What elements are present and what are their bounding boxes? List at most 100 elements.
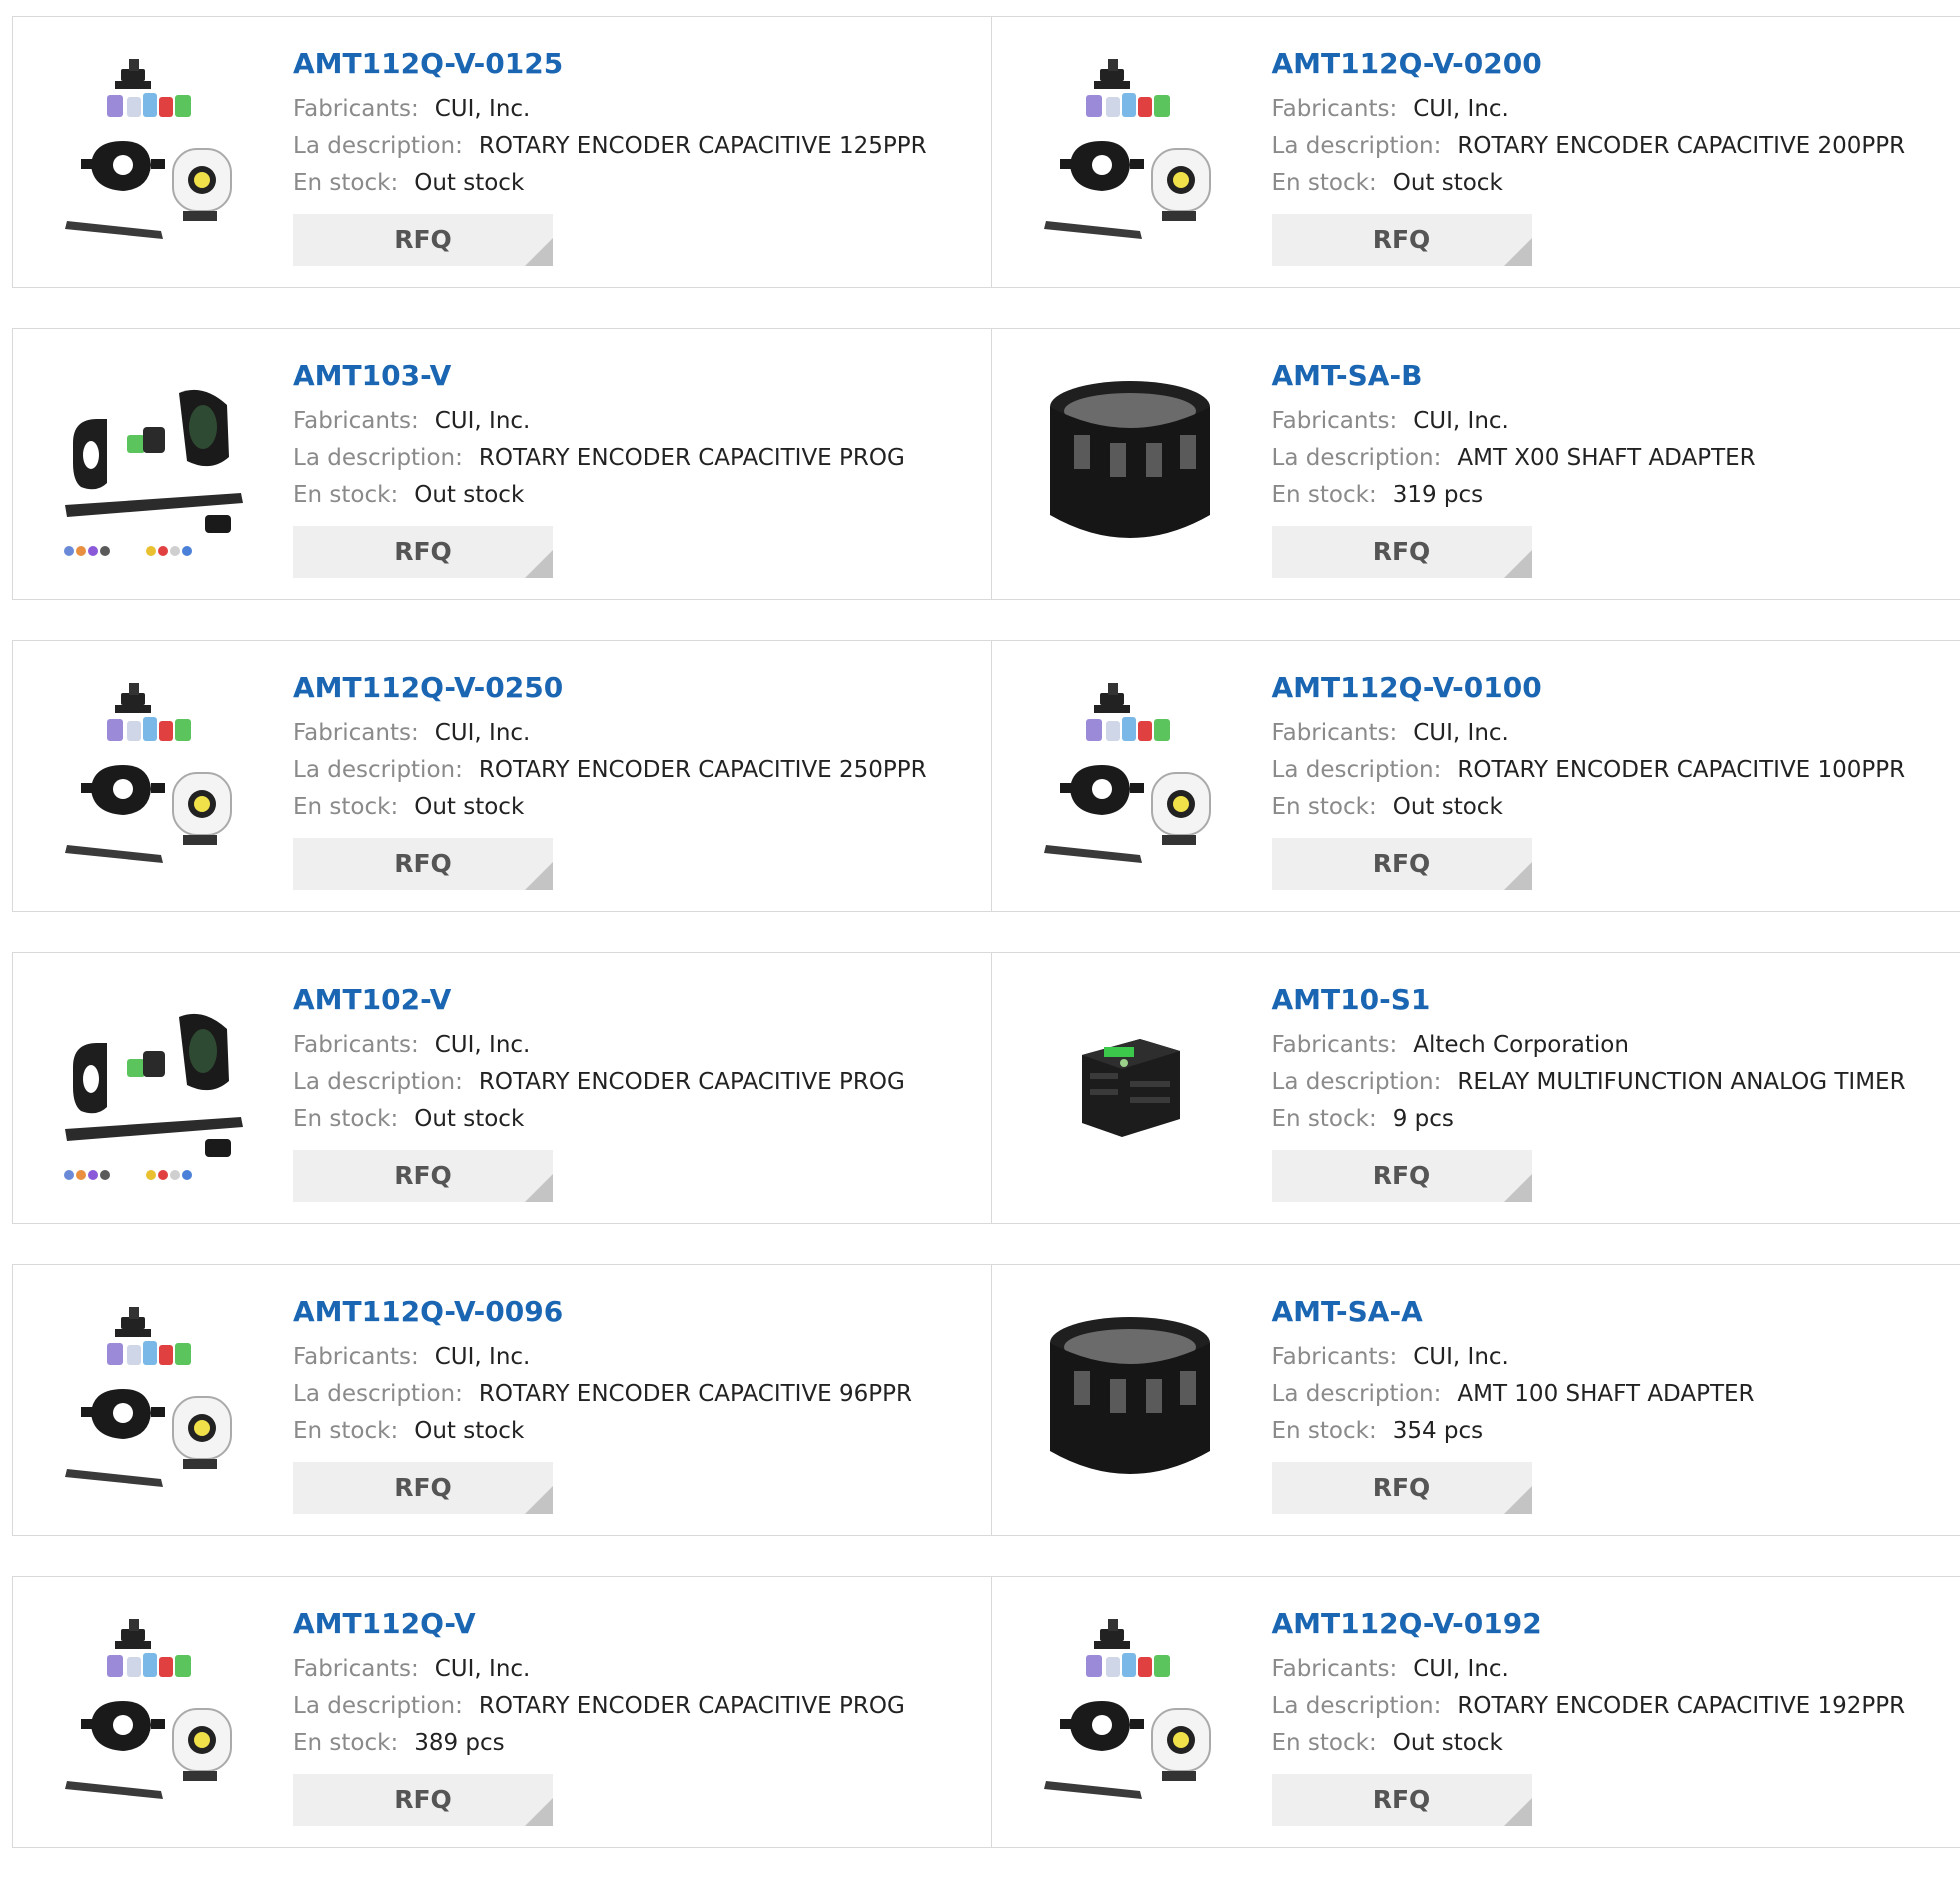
product-title-link[interactable]: AMT10-S1 bbox=[1272, 983, 1951, 1017]
rfq-button[interactable]: RFQ bbox=[293, 1150, 553, 1202]
stock-label: En stock: bbox=[293, 1730, 398, 1756]
product-row: AMT112Q-V-0096 Fabricants:CUI, Inc. La d… bbox=[12, 1264, 1960, 1536]
product-title-link[interactable]: AMT112Q-V-0096 bbox=[293, 1295, 981, 1329]
product-title-link[interactable]: AMT-SA-A bbox=[1272, 1295, 1951, 1329]
rfq-button-label: RFQ bbox=[394, 1161, 452, 1190]
product-card: AMT112Q-V-0250 Fabricants:CUI, Inc. La d… bbox=[13, 641, 991, 911]
description-label: La description: bbox=[293, 133, 463, 159]
product-card: AMT103-V Fabricants:CUI, Inc. La descrip… bbox=[13, 329, 991, 599]
product-title-link[interactable]: AMT103-V bbox=[293, 359, 981, 393]
corner-triangle-icon bbox=[1504, 1174, 1532, 1202]
product-row: AMT112Q-V-0125 Fabricants: CUI, Inc. La d… bbox=[12, 16, 1960, 288]
stock-value: Out stock bbox=[1393, 170, 1503, 196]
description-label: La description: bbox=[1272, 757, 1442, 783]
rfq-button[interactable]: RFQ bbox=[293, 1774, 553, 1826]
product-image[interactable] bbox=[1030, 677, 1230, 877]
corner-triangle-icon bbox=[525, 550, 553, 578]
encoder-kit-icon bbox=[51, 1301, 251, 1501]
product-row: AMT112Q-V-0250 Fabricants:CUI, Inc. La d… bbox=[12, 640, 1960, 912]
encoder-kit-icon bbox=[1030, 1613, 1230, 1813]
product-title-link[interactable]: AMT112Q-V-0192 bbox=[1272, 1607, 1951, 1641]
product-image[interactable] bbox=[51, 53, 251, 253]
product-info: AMT112Q-V-0200 Fabricants:CUI, Inc. La d… bbox=[1272, 47, 1951, 266]
product-info: AMT112Q-V-0096 Fabricants:CUI, Inc. La d… bbox=[293, 1295, 981, 1514]
product-title-link[interactable]: AMT-SA-B bbox=[1272, 359, 1951, 393]
rfq-button-label: RFQ bbox=[394, 1785, 452, 1814]
encoder-kit-icon bbox=[51, 677, 251, 877]
stock-value: Out stock bbox=[414, 482, 524, 508]
rfq-button[interactable]: RFQ bbox=[1272, 1462, 1532, 1514]
stock-row: En stock:Out stock bbox=[1272, 789, 1951, 826]
rfq-button[interactable]: RFQ bbox=[293, 1462, 553, 1514]
description-row: La description:ROTARY ENCODER CAPACITIVE… bbox=[293, 1688, 981, 1725]
product-image[interactable] bbox=[1030, 1301, 1230, 1501]
rfq-button[interactable]: RFQ bbox=[293, 838, 553, 890]
stock-value: 354 pcs bbox=[1393, 1418, 1483, 1444]
product-title-link[interactable]: AMT112Q-V-0125 bbox=[293, 47, 981, 81]
manufacturer-row: Fabricants: CUI, Inc. bbox=[293, 91, 981, 128]
stock-label: En stock: bbox=[1272, 1106, 1377, 1132]
description-row: La description:ROTARY ENCODER CAPACITIVE… bbox=[293, 752, 981, 789]
stock-label: En stock: bbox=[1272, 794, 1377, 820]
product-title-link[interactable]: AMT112Q-V bbox=[293, 1607, 981, 1641]
product-info: AMT112Q-V-0100 Fabricants:CUI, Inc. La d… bbox=[1272, 671, 1951, 890]
manufacturer-value: CUI, Inc. bbox=[435, 1656, 531, 1682]
product-info: AMT10-S1 Fabricants:Altech Corporation L… bbox=[1272, 983, 1951, 1202]
manufacturer-label: Fabricants: bbox=[1272, 720, 1398, 746]
description-value: AMT 100 SHAFT ADAPTER bbox=[1457, 1381, 1754, 1407]
manufacturer-row: Fabricants:CUI, Inc. bbox=[1272, 91, 1951, 128]
description-label: La description: bbox=[1272, 445, 1442, 471]
stock-label: En stock: bbox=[1272, 1418, 1377, 1444]
product-image[interactable] bbox=[1030, 989, 1230, 1189]
description-label: La description: bbox=[1272, 133, 1442, 159]
description-label: La description: bbox=[293, 757, 463, 783]
stock-row: En stock:Out stock bbox=[293, 165, 981, 202]
corner-triangle-icon bbox=[1504, 550, 1532, 578]
manufacturer-label: Fabricants: bbox=[1272, 1344, 1398, 1370]
product-title-link[interactable]: AMT112Q-V-0250 bbox=[293, 671, 981, 705]
product-title-link[interactable]: AMT102-V bbox=[293, 983, 981, 1017]
product-card: AMT112Q-V-0096 Fabricants:CUI, Inc. La d… bbox=[13, 1265, 991, 1535]
product-image[interactable] bbox=[51, 677, 251, 877]
stock-value: 389 pcs bbox=[414, 1730, 504, 1756]
description-value: ROTARY ENCODER CAPACITIVE PROG bbox=[479, 445, 905, 471]
stock-label: En stock: bbox=[293, 1106, 398, 1132]
product-card: AMT112Q-V-0100 Fabricants:CUI, Inc. La d… bbox=[991, 641, 1960, 911]
rfq-button[interactable]: RFQ bbox=[1272, 526, 1532, 578]
product-title-link[interactable]: AMT112Q-V-0100 bbox=[1272, 671, 1951, 705]
stock-label: En stock: bbox=[293, 482, 398, 508]
manufacturer-row: Fabricants:CUI, Inc. bbox=[1272, 1651, 1951, 1688]
description-label: La description: bbox=[293, 1069, 463, 1095]
rfq-button[interactable]: RFQ bbox=[1272, 1774, 1532, 1826]
product-card: AMT112Q-V-0192 Fabricants:CUI, Inc. La d… bbox=[991, 1577, 1960, 1847]
rfq-button[interactable]: RFQ bbox=[293, 526, 553, 578]
product-image[interactable] bbox=[1030, 1613, 1230, 1813]
product-image[interactable] bbox=[1030, 53, 1230, 253]
product-title-link[interactable]: AMT112Q-V-0200 bbox=[1272, 47, 1951, 81]
stock-value: Out stock bbox=[414, 1418, 524, 1444]
manufacturer-value: CUI, Inc. bbox=[435, 408, 531, 434]
rfq-button[interactable]: RFQ bbox=[1272, 1150, 1532, 1202]
manufacturer-row: Fabricants:CUI, Inc. bbox=[293, 403, 981, 440]
corner-triangle-icon bbox=[525, 1174, 553, 1202]
corner-triangle-icon bbox=[525, 238, 553, 266]
product-image[interactable] bbox=[51, 989, 251, 1189]
rfq-button-label: RFQ bbox=[394, 1473, 452, 1502]
manufacturer-value: CUI, Inc. bbox=[435, 96, 531, 122]
manufacturer-label: Fabricants: bbox=[293, 1032, 419, 1058]
corner-triangle-icon bbox=[1504, 238, 1532, 266]
manufacturer-label: Fabricants: bbox=[293, 1656, 419, 1682]
description-value: ROTARY ENCODER CAPACITIVE 125PPR bbox=[479, 133, 927, 159]
stock-row: En stock:9 pcs bbox=[1272, 1101, 1951, 1138]
manufacturer-label: Fabricants: bbox=[293, 96, 419, 122]
manufacturer-value: CUI, Inc. bbox=[1413, 1344, 1509, 1370]
product-image[interactable] bbox=[51, 1301, 251, 1501]
description-row: La description:ROTARY ENCODER CAPACITIVE… bbox=[293, 1064, 981, 1101]
rfq-button[interactable]: RFQ bbox=[293, 214, 553, 266]
rfq-button[interactable]: RFQ bbox=[1272, 838, 1532, 890]
rfq-button[interactable]: RFQ bbox=[1272, 214, 1532, 266]
stock-value: Out stock bbox=[1393, 1730, 1503, 1756]
product-image[interactable] bbox=[1030, 365, 1230, 565]
product-image[interactable] bbox=[51, 365, 251, 565]
product-image[interactable] bbox=[51, 1613, 251, 1813]
